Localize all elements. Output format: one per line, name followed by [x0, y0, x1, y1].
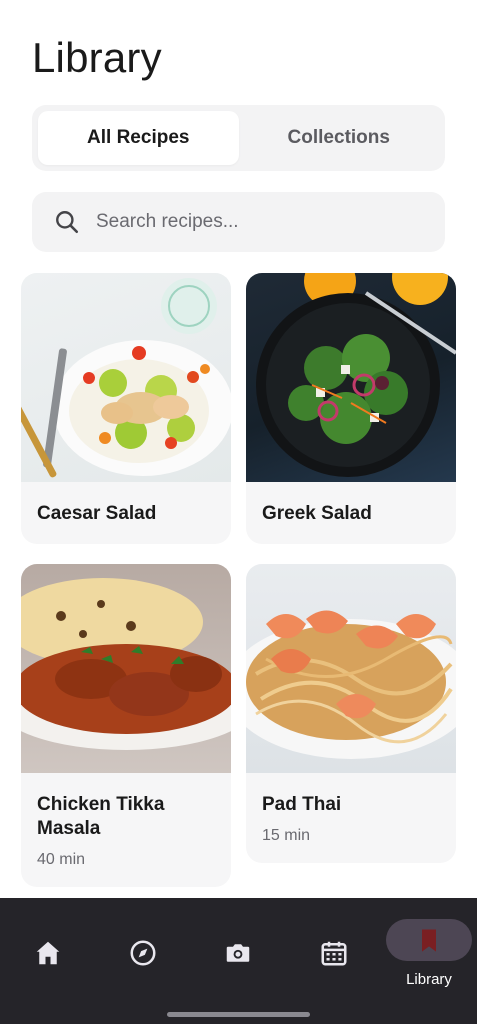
nav-camera[interactable] — [218, 898, 258, 1008]
recipe-card-pad-thai[interactable]: Pad Thai 15 min — [246, 564, 456, 863]
recipe-name: Caesar Salad — [37, 503, 157, 524]
home-icon — [36, 941, 60, 965]
recipe-time: 40 min — [37, 851, 86, 868]
calendar-icon — [321, 941, 347, 966]
recipe-view-toggle: All Recipes Collections — [32, 105, 445, 171]
recipe-card-caesar-salad[interactable]: Caesar Salad — [21, 273, 231, 544]
home-indicator[interactable] — [167, 1012, 310, 1017]
recipe-card-chicken-tikka-masala[interactable]: Chicken Tikka Masala 40 min — [21, 564, 231, 887]
tab-all-recipes[interactable]: All Recipes — [38, 111, 239, 165]
nav-meal-plan[interactable] — [314, 898, 354, 1008]
recipe-photo-caesar-salad — [21, 273, 231, 482]
tab-collections[interactable]: Collections — [239, 111, 440, 165]
nav-active-indicator — [386, 918, 472, 961]
recipe-photo-pad-thai — [246, 564, 456, 773]
recipe-name: Greek Salad — [262, 503, 372, 524]
compass-icon — [130, 940, 156, 966]
library-screen: Library All Recipes Collections Search r… — [0, 0, 477, 1024]
nav-label-library: Library — [406, 970, 452, 988]
recipe-photo-greek-salad — [246, 273, 456, 482]
recipe-photo-chicken-tikka-masala — [21, 564, 231, 773]
recipe-name: Chicken Tikka Masala — [37, 794, 165, 839]
recipe-card-greek-salad[interactable]: Greek Salad — [246, 273, 456, 544]
recipe-name: Pad Thai — [262, 794, 342, 815]
search-input[interactable] — [96, 211, 416, 233]
bookmark-icon — [422, 929, 436, 952]
page-title: Library — [32, 34, 162, 81]
nav-library[interactable]: Library — [386, 898, 472, 1008]
nav-discover[interactable] — [123, 898, 163, 1008]
search-bar[interactable] — [32, 192, 445, 252]
bottom-navigation: Library — [0, 898, 477, 1024]
search-icon — [56, 211, 79, 234]
recipe-time: 15 min — [262, 827, 311, 844]
nav-home[interactable] — [28, 898, 68, 1008]
camera-icon — [226, 944, 250, 962]
